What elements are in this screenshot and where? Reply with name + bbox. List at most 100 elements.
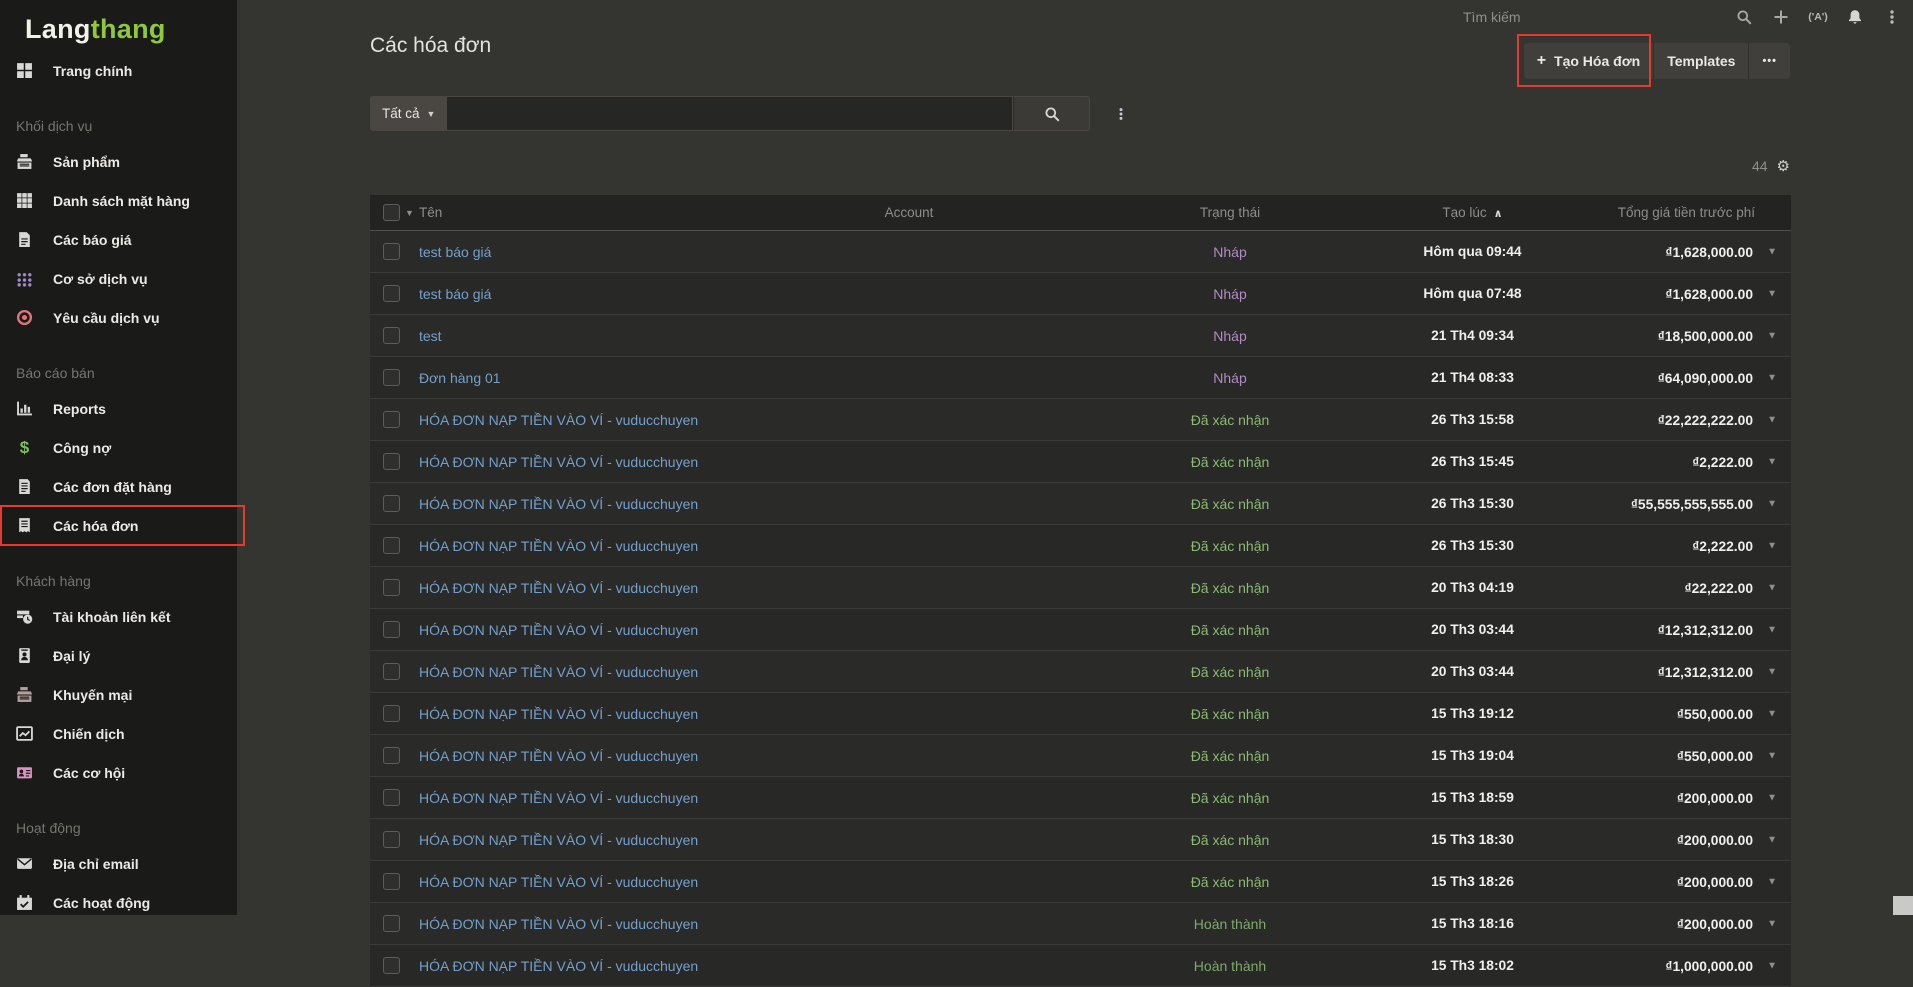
invoice-name-link[interactable]: HÓA ĐƠN NẠP TIỀN VÀO VÍ - vuducchuyen [419,412,698,428]
invoice-name-link[interactable]: HÓA ĐƠN NẠP TIỀN VÀO VÍ - vuducchuyen [419,748,698,764]
invoice-name-link[interactable]: test báo giá [419,244,491,260]
column-header-account[interactable]: Account [758,195,1060,231]
invoice-name-link[interactable]: test [419,328,442,344]
search-icon[interactable] [1734,7,1754,27]
sidebar-item[interactable]: $Công nợ [0,428,237,467]
scrollbar-thumb[interactable] [1893,896,1913,915]
row-actions-caret-icon[interactable]: ▼ [1767,540,1777,551]
sidebar-item[interactable]: Các đơn đặt hàng [0,467,237,506]
column-header-created[interactable]: Tạo lúc∧ [1400,195,1545,231]
plus-icon: + [1537,53,1546,69]
sidebar-item[interactable]: Các báo giá [0,220,237,259]
row-checkbox[interactable] [383,831,400,848]
sidebar-item[interactable]: Đại lý [0,636,237,675]
sidebar-item-label: Yêu cầu dịch vụ [53,310,160,326]
row-actions-caret-icon[interactable]: ▼ [1767,582,1777,593]
invoice-name-link[interactable]: HÓA ĐƠN NẠP TIỀN VÀO VÍ - vuducchuyen [419,832,698,848]
row-actions-caret-icon[interactable]: ▼ [1767,330,1777,341]
plus-icon[interactable] [1771,7,1791,27]
row-actions-caret-icon[interactable]: ▼ [1767,456,1777,467]
row-actions-caret-icon[interactable]: ▼ [1767,624,1777,635]
row-checkbox[interactable] [383,873,400,890]
row-actions-caret-icon[interactable]: ▼ [1767,246,1777,257]
row-checkbox[interactable] [383,537,400,554]
column-header-name[interactable]: Tên [418,195,758,231]
created-cell: 15 Th3 19:12 [1400,693,1545,735]
row-checkbox[interactable] [383,243,400,260]
row-checkbox[interactable] [383,369,400,386]
sidebar-item[interactable]: Trang chính [0,51,237,90]
templates-button[interactable]: Templates [1653,43,1748,79]
sidebar-item[interactable]: Reports [0,389,237,428]
bell-icon[interactable] [1845,7,1865,27]
column-settings-gear-icon[interactable]: ⚙ [1777,159,1790,174]
sidebar-item[interactable]: Các hoạt động [0,883,237,922]
row-checkbox[interactable] [383,747,400,764]
sidebar-item[interactable]: Chiến dịch [0,714,237,753]
sidebar-item[interactable]: Tài khoản liên kết [0,597,237,636]
row-checkbox[interactable] [383,285,400,302]
row-actions-caret-icon[interactable]: ▼ [1767,372,1777,383]
caret-down-icon[interactable]: ▼ [405,208,414,218]
sidebar-item[interactable]: Cơ sở dịch vụ [0,259,237,298]
column-header-status[interactable]: Trạng thái [1060,195,1400,231]
global-search-input[interactable] [1461,8,1717,26]
sidebar-item[interactable]: Danh sách mặt hàng [0,181,237,220]
sidebar-item[interactable]: Yêu cầu dịch vụ [0,298,237,337]
sidebar-item[interactable]: Sản phẩm [0,142,237,181]
search-button[interactable] [1013,96,1090,131]
row-checkbox[interactable] [383,789,400,806]
sidebar-item[interactable]: Các cơ hội [0,753,237,792]
row-checkbox[interactable] [383,957,400,974]
invoice-name-link[interactable]: HÓA ĐƠN NẠP TIỀN VÀO VÍ - vuducchuyen [419,496,698,512]
invoice-name-link[interactable]: HÓA ĐƠN NẠP TIỀN VÀO VÍ - vuducchuyen [419,706,698,722]
select-all-checkbox[interactable] [383,204,400,221]
row-checkbox[interactable] [383,453,400,470]
language-icon[interactable]: ('A') [1808,7,1828,27]
invoice-name-link[interactable]: HÓA ĐƠN NẠP TIỀN VÀO VÍ - vuducchuyen [419,622,698,638]
column-header-amount[interactable]: Tổng giá tiền trước phí [1545,195,1791,231]
invoice-name-link[interactable]: HÓA ĐƠN NẠP TIỀN VÀO VÍ - vuducchuyen [419,664,698,680]
row-actions-caret-icon[interactable]: ▼ [1767,666,1777,677]
invoice-name-link[interactable]: HÓA ĐƠN NẠP TIỀN VÀO VÍ - vuducchuyen [419,874,698,890]
sidebar-item[interactable]: Khuyến mại [0,675,237,714]
row-checkbox[interactable] [383,327,400,344]
row-actions-caret-icon[interactable]: ▼ [1767,960,1777,971]
app-logo[interactable]: Langthang [0,0,237,51]
row-actions-caret-icon[interactable]: ▼ [1767,750,1777,761]
select-all-header[interactable]: ▼ [370,195,418,231]
invoice-name-link[interactable]: HÓA ĐƠN NẠP TIỀN VÀO VÍ - vuducchuyen [419,454,698,470]
row-actions-caret-icon[interactable]: ▼ [1767,918,1777,929]
row-actions-caret-icon[interactable]: ▼ [1767,414,1777,425]
invoice-name-link[interactable]: HÓA ĐƠN NẠP TIỀN VÀO VÍ - vuducchuyen [419,538,698,554]
invoice-name-link[interactable]: HÓA ĐƠN NẠP TIỀN VÀO VÍ - vuducchuyen [419,916,698,932]
invoice-name-link[interactable]: test báo giá [419,286,491,302]
sidebar-item[interactable]: Các hóa đơn [0,506,237,545]
row-checkbox[interactable] [383,621,400,638]
invoice-name-link[interactable]: Đơn hàng 01 [419,370,501,386]
row-checkbox[interactable] [383,915,400,932]
row-actions-caret-icon[interactable]: ▼ [1767,708,1777,719]
invoice-name-link[interactable]: HÓA ĐƠN NẠP TIỀN VÀO VÍ - vuducchuyen [419,958,698,974]
row-checkbox[interactable] [383,495,400,512]
list-search-input[interactable] [447,96,1013,131]
row-checkbox[interactable] [383,579,400,596]
row-actions-caret-icon[interactable]: ▼ [1767,834,1777,845]
row-actions-caret-icon[interactable]: ▼ [1767,498,1777,509]
amount-text: ₫200,000.00 [1677,917,1753,932]
row-actions-caret-icon[interactable]: ▼ [1767,288,1777,299]
row-checkbox[interactable] [383,705,400,722]
more-actions-button[interactable]: ••• [1748,43,1790,79]
invoice-name-link[interactable]: HÓA ĐƠN NẠP TIỀN VÀO VÍ - vuducchuyen [419,580,698,596]
create-invoice-button[interactable]: + Tạo Hóa đơn [1524,43,1654,79]
kebab-icon[interactable] [1882,7,1902,27]
row-actions-caret-icon[interactable]: ▼ [1767,876,1777,887]
invoice-name-link[interactable]: HÓA ĐƠN NẠP TIỀN VÀO VÍ - vuducchuyen [419,790,698,806]
filter-options-kebab[interactable] [1114,106,1128,122]
status-text: Đã xác nhận [1191,790,1270,806]
row-actions-caret-icon[interactable]: ▼ [1767,792,1777,803]
filter-scope-dropdown[interactable]: Tất cả ▼ [370,96,447,131]
row-checkbox[interactable] [383,663,400,680]
sidebar-item[interactable]: Địa chỉ email [0,844,237,883]
row-checkbox[interactable] [383,411,400,428]
